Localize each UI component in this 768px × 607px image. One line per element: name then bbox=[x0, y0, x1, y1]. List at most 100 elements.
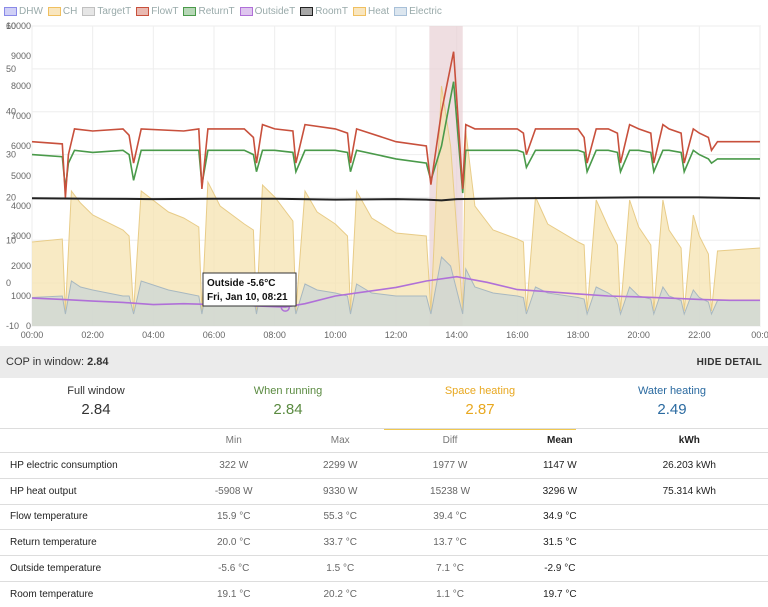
stats-cell-name: Return temperature bbox=[0, 530, 178, 556]
stats-cell-max: 55.3 °C bbox=[289, 504, 391, 530]
y-right-tick-label: 10000 bbox=[6, 22, 31, 31]
x-tick-label: 04:00 bbox=[142, 330, 165, 340]
y-left-tick-label: 50 bbox=[6, 64, 16, 74]
stats-cell-kwh bbox=[611, 504, 768, 530]
stats-cell-mean: 31.5 °C bbox=[509, 530, 611, 556]
x-tick-label: 00:0 bbox=[751, 330, 768, 340]
legend-swatch bbox=[183, 7, 196, 16]
stats-cell-kwh: 26.203 kWh bbox=[611, 453, 768, 479]
y-left-tick-label: 30 bbox=[6, 150, 16, 160]
summary-label: Full window bbox=[0, 385, 192, 397]
x-tick-label: 20:00 bbox=[627, 330, 650, 340]
stats-row: HP electric consumption322 W2299 W1977 W… bbox=[0, 453, 768, 479]
tooltip-line1: Outside -5.6°C bbox=[207, 278, 275, 289]
summary-value: 2.87 bbox=[384, 401, 576, 418]
chart-area[interactable]: 00:0002:0004:0006:0008:0010:0012:0014:00… bbox=[0, 22, 768, 344]
stats-table: MinMaxDiffMeankWh HP electric consumptio… bbox=[0, 428, 768, 607]
y-right-tick-label: 1000 bbox=[11, 291, 31, 301]
legend-swatch bbox=[82, 7, 95, 16]
legend-item-roomt[interactable]: RoomT bbox=[300, 6, 348, 17]
x-tick-label: 00:00 bbox=[21, 330, 44, 340]
stats-cell-max: 9330 W bbox=[289, 478, 391, 504]
stats-cell-diff: 13.7 °C bbox=[391, 530, 509, 556]
legend-item-flowt[interactable]: FlowT bbox=[136, 6, 178, 17]
stats-header-diff: Diff bbox=[391, 429, 509, 453]
stats-cell-mean: 3296 W bbox=[509, 478, 611, 504]
stats-cell-max: 2299 W bbox=[289, 453, 391, 479]
summary-label: Water heating bbox=[576, 385, 768, 397]
legend-swatch bbox=[394, 7, 407, 16]
summary-value: 2.84 bbox=[0, 401, 192, 418]
stats-cell-name: Flow temperature bbox=[0, 504, 178, 530]
y-right-tick-label: 0 bbox=[26, 321, 31, 331]
legend-item-heat[interactable]: Heat bbox=[353, 6, 389, 17]
stats-row: Return temperature20.0 °C33.7 °C13.7 °C3… bbox=[0, 530, 768, 556]
stats-cell-min: 322 W bbox=[178, 453, 289, 479]
stats-cell-kwh bbox=[611, 556, 768, 582]
legend-item-returnt[interactable]: ReturnT bbox=[183, 6, 234, 17]
timeseries-chart[interactable]: 00:0002:0004:0006:0008:0010:0012:0014:00… bbox=[0, 22, 768, 344]
stats-cell-name: HP heat output bbox=[0, 478, 178, 504]
y-right-tick-label: 7000 bbox=[11, 111, 31, 121]
summary-full-window[interactable]: Full window 2.84 bbox=[0, 378, 192, 430]
legend-item-dhw[interactable]: DHW bbox=[4, 6, 43, 17]
stats-body: HP electric consumption322 W2299 W1977 W… bbox=[0, 453, 768, 607]
legend-label: OutsideT bbox=[255, 6, 296, 17]
stats-cell-mean: 34.9 °C bbox=[509, 504, 611, 530]
legend-item-ch[interactable]: CH bbox=[48, 6, 77, 17]
legend-swatch bbox=[4, 7, 17, 16]
cop-label: COP in window: bbox=[6, 356, 84, 368]
y-right-tick-label: 8000 bbox=[11, 81, 31, 91]
stats-row: Flow temperature15.9 °C55.3 °C39.4 °C34.… bbox=[0, 504, 768, 530]
y-right-tick-label: 6000 bbox=[11, 141, 31, 151]
hide-detail-button[interactable]: HIDE DETAIL bbox=[697, 357, 762, 368]
stats-cell-diff: 1.1 °C bbox=[391, 581, 509, 607]
stats-header-name bbox=[0, 429, 178, 453]
stats-cell-mean: 19.7 °C bbox=[509, 581, 611, 607]
summary-water-heating[interactable]: Water heating 2.49 bbox=[576, 378, 768, 430]
summary-label: When running bbox=[192, 385, 384, 397]
y-left-tick-label: 0 bbox=[6, 278, 11, 288]
x-tick-label: 22:00 bbox=[688, 330, 711, 340]
summary-when-running[interactable]: When running2.84 bbox=[192, 378, 384, 430]
legend-item-outsidet[interactable]: OutsideT bbox=[240, 6, 296, 17]
x-tick-label: 02:00 bbox=[81, 330, 104, 340]
stats-header-max: Max bbox=[289, 429, 391, 453]
legend-label: TargetT bbox=[97, 6, 131, 17]
y-right-tick-label: 3000 bbox=[11, 231, 31, 241]
stats-cell-min: -5.6 °C bbox=[178, 556, 289, 582]
legend-swatch bbox=[48, 7, 61, 16]
stats-cell-diff: 7.1 °C bbox=[391, 556, 509, 582]
stats-cell-mean: 1147 W bbox=[509, 453, 611, 479]
summary-space-heating[interactable]: Space heating 2.87 bbox=[384, 378, 576, 430]
y-right-tick-label: 5000 bbox=[11, 171, 31, 181]
stats-cell-max: 33.7 °C bbox=[289, 530, 391, 556]
legend-label: ReturnT bbox=[198, 6, 234, 17]
stats-header-row: MinMaxDiffMeankWh bbox=[0, 429, 768, 453]
stats-cell-min: 20.0 °C bbox=[178, 530, 289, 556]
legend-label: CH bbox=[63, 6, 77, 17]
legend-label: Electric bbox=[409, 6, 442, 17]
cop-summary: Full window 2.84When running2.84Space hea… bbox=[0, 378, 768, 430]
legend-label: Heat bbox=[368, 6, 389, 17]
legend-item-targett[interactable]: TargetT bbox=[82, 6, 131, 17]
stats-cell-mean: -2.9 °C bbox=[509, 556, 611, 582]
stats-row: HP heat output-5908 W9330 W15238 W3296 W… bbox=[0, 478, 768, 504]
stats-cell-name: HP electric consumption bbox=[0, 453, 178, 479]
y-right-tick-label: 2000 bbox=[11, 261, 31, 271]
legend-item-electric[interactable]: Electric bbox=[394, 6, 442, 17]
legend-swatch bbox=[353, 7, 366, 16]
cop-bar: COP in window: 2.84 HIDE DETAIL bbox=[0, 346, 768, 378]
summary-label: Space heating bbox=[384, 385, 576, 397]
stats-header-kwh: kWh bbox=[611, 429, 768, 453]
cop-value: 2.84 bbox=[87, 356, 108, 368]
x-tick-label: 16:00 bbox=[506, 330, 529, 340]
stats-cell-kwh bbox=[611, 530, 768, 556]
x-tick-label: 06:00 bbox=[203, 330, 226, 340]
stats-cell-min: -5908 W bbox=[178, 478, 289, 504]
stats-header-mean: Mean bbox=[509, 429, 611, 453]
y-left-tick-label: -10 bbox=[6, 321, 19, 331]
summary-value: 2.49 bbox=[576, 401, 768, 418]
cop-text: COP in window: 2.84 bbox=[6, 356, 109, 368]
stats-cell-max: 20.2 °C bbox=[289, 581, 391, 607]
